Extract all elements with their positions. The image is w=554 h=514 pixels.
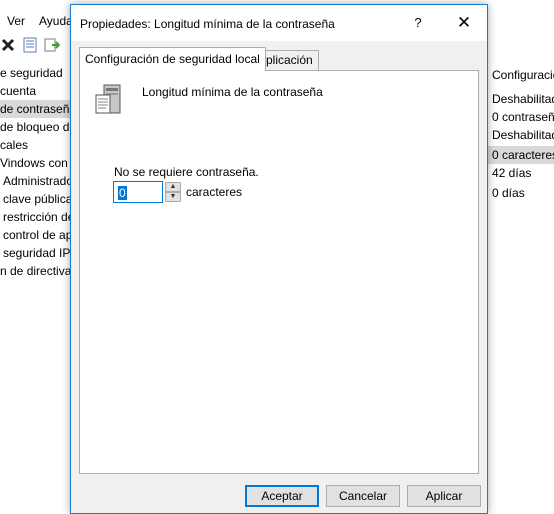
tab-local-security-setting[interactable]: Configuración de seguridad local — [79, 47, 266, 71]
min-length-input[interactable]: 0 — [113, 181, 163, 203]
tree-item-software-restriction[interactable]: restricción de — [0, 208, 72, 226]
password-status-text: No se requiere contraseña. — [114, 165, 259, 179]
settings-column-header[interactable]: Configuración — [488, 66, 554, 84]
tree-item-audit-policy[interactable]: n de directiva — [0, 262, 72, 280]
tree-item-local-policies[interactable]: cales — [0, 136, 72, 154]
close-icon[interactable]: ✕ — [449, 11, 479, 35]
setting-value[interactable]: Deshabilitada — [488, 126, 554, 144]
menu-ver[interactable]: Ver — [7, 14, 25, 28]
tree-item-network-list-manager[interactable]: Administrado — [0, 172, 72, 190]
tree-item-ip-security[interactable]: seguridad IP — [0, 244, 72, 262]
min-length-unit: caracteres — [186, 185, 243, 199]
export-list-icon[interactable] — [44, 37, 60, 53]
setting-value[interactable]: Deshabilitada — [488, 90, 554, 108]
properties-dialog: Propiedades: Longitud mínima de la contr… — [70, 4, 488, 514]
properties-icon[interactable] — [22, 37, 38, 53]
apply-button[interactable]: Aplicar — [407, 485, 481, 507]
setting-value[interactable]: 42 días — [488, 164, 554, 182]
spin-up-icon[interactable]: ▲ — [165, 182, 181, 192]
tree-item-lockout-policy[interactable]: de bloqueo de — [0, 118, 72, 136]
tree-item-public-key[interactable]: clave pública — [0, 190, 72, 208]
server-policy-icon — [95, 84, 121, 114]
dialog-title: Propiedades: Longitud mínima de la contr… — [80, 17, 335, 31]
min-length-value: 0 — [118, 186, 127, 200]
toolbar — [0, 34, 80, 56]
menu-ayuda[interactable]: Ayuda — [39, 14, 73, 28]
min-length-stepper[interactable]: 0 ▲ ▼ — [113, 181, 181, 203]
tab-panel: Longitud mínima de la contraseña No se r… — [79, 70, 479, 474]
tree-item-app-control[interactable]: control de ap — [0, 226, 72, 244]
help-icon[interactable]: ? — [403, 11, 433, 35]
setting-value[interactable]: 0 contraseñas — [488, 108, 554, 126]
tree-item-account-policies[interactable]: cuenta — [0, 82, 72, 100]
tree-item-windows-firewall[interactable]: Vindows con s — [0, 154, 72, 172]
cancel-button[interactable]: Cancelar — [326, 485, 400, 507]
dialog-titlebar[interactable]: Propiedades: Longitud mínima de la contr… — [71, 5, 487, 41]
tree-item-password-policy[interactable]: de contraseñas — [0, 100, 72, 118]
tree-item-security-settings[interactable]: e seguridad — [0, 64, 72, 82]
spin-down-icon[interactable]: ▼ — [165, 192, 181, 202]
setting-value[interactable]: 0 días — [488, 184, 554, 202]
ok-button[interactable]: Aceptar — [245, 485, 319, 507]
delete-icon[interactable] — [0, 37, 16, 53]
setting-value-selected[interactable]: 0 caracteres — [488, 146, 554, 164]
policy-name: Longitud mínima de la contraseña — [142, 85, 323, 99]
